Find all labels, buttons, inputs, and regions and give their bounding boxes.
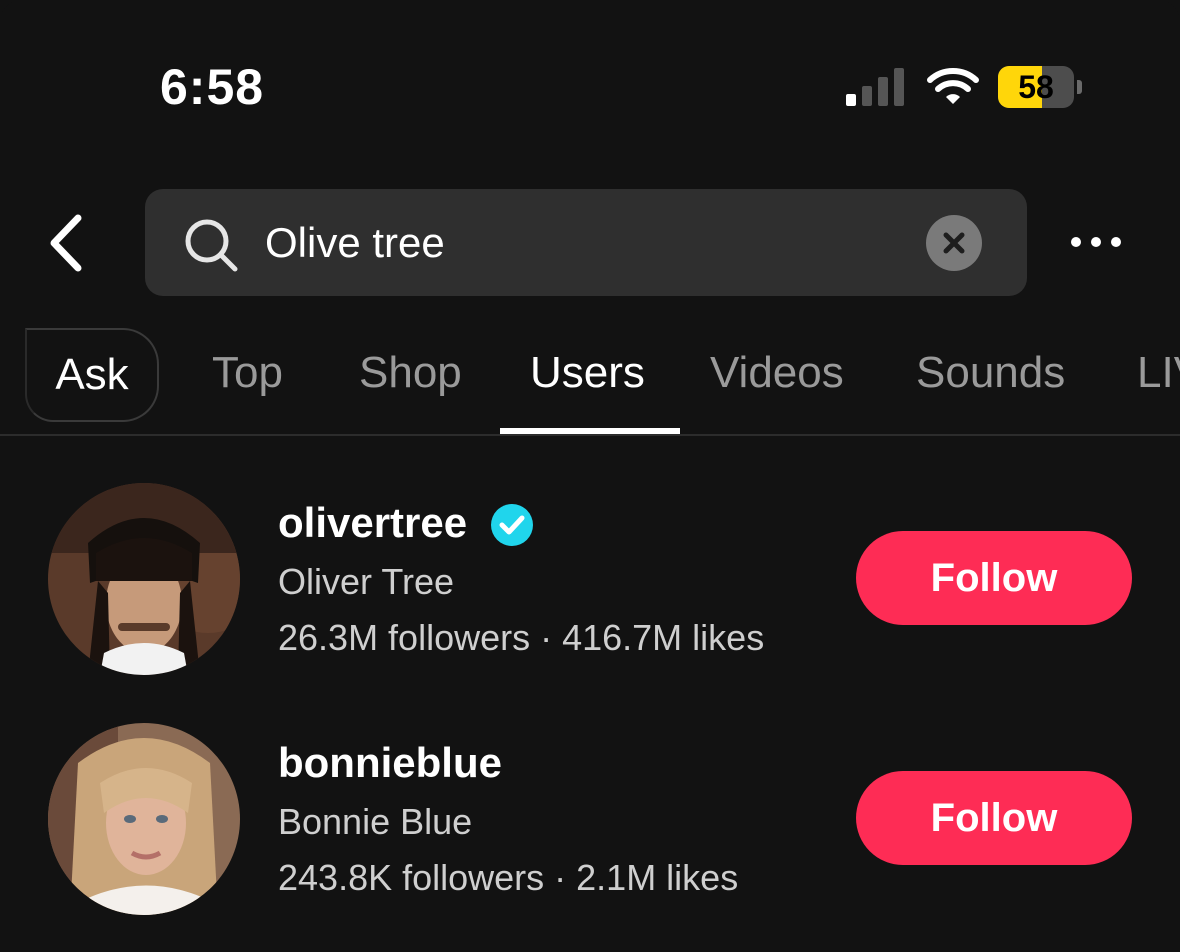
tab-users[interactable]: Users — [530, 348, 645, 398]
tabs-divider — [0, 434, 1180, 436]
clear-search-button[interactable] — [926, 215, 982, 271]
user-result-row[interactable]: bonnieblue Bonnie Blue 243.8K followers … — [0, 723, 1180, 923]
search-icon — [185, 219, 238, 272]
signal-icon — [846, 68, 904, 106]
back-chevron-icon[interactable] — [40, 210, 96, 276]
wifi-icon — [927, 68, 979, 104]
follow-button[interactable]: Follow — [856, 531, 1132, 625]
follow-button[interactable]: Follow — [856, 771, 1132, 865]
user-stats: 26.3M followers · 416.7M likes — [278, 617, 765, 658]
user-stats: 243.8K followers · 2.1M likes — [278, 857, 739, 898]
display-name: Bonnie Blue — [278, 801, 473, 842]
username: olivertree — [278, 499, 468, 546]
results-tabs: Ask Top Shop Users Videos Sounds LIV — [0, 326, 1180, 436]
search-bar[interactable] — [145, 189, 1027, 296]
search-results-screen: 6:58 58 Olive tree Ask Top Shop Users Vi… — [0, 0, 1180, 952]
clear-icon — [943, 232, 965, 254]
battery-icon: 58 — [998, 66, 1084, 108]
avatar[interactable] — [48, 483, 240, 675]
display-name: Oliver Tree — [278, 561, 455, 602]
tab-shop[interactable]: Shop — [359, 348, 462, 398]
tab-live[interactable]: LIV — [1137, 348, 1180, 398]
tab-top[interactable]: Top — [212, 348, 283, 398]
battery-percentage: 58 — [1018, 69, 1054, 105]
user-result-row[interactable]: olivertree Oliver Tree 26.3M followers ·… — [0, 483, 1180, 683]
more-icon[interactable] — [1068, 228, 1124, 256]
username: bonnieblue — [278, 739, 502, 786]
status-time: 6:58 — [160, 59, 265, 115]
verified-badge-icon — [491, 504, 533, 546]
avatar[interactable] — [48, 723, 240, 915]
search-input[interactable] — [265, 213, 905, 273]
tab-videos[interactable]: Videos — [710, 348, 844, 398]
tab-ask[interactable]: Ask — [25, 328, 159, 422]
tab-sounds[interactable]: Sounds — [916, 348, 1065, 398]
